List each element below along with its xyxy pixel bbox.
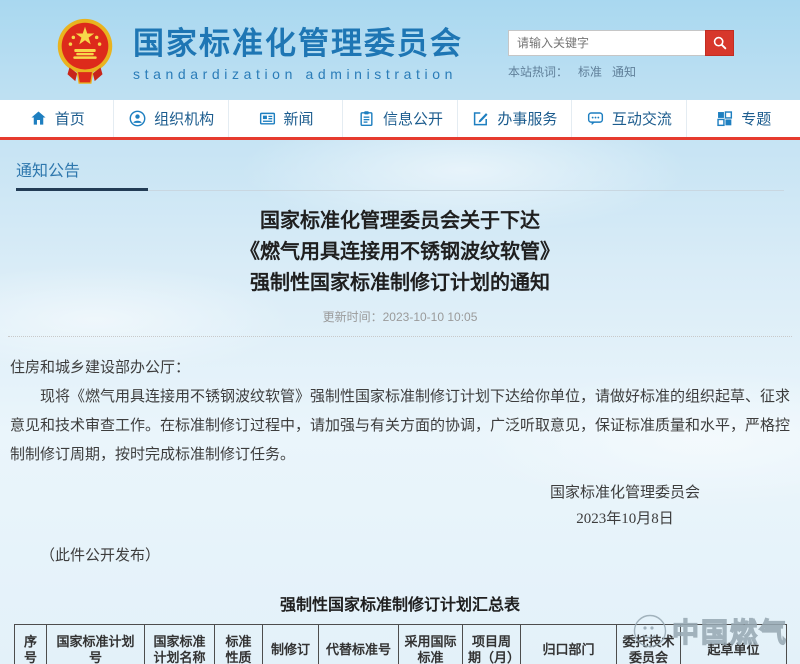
home-icon [29,109,48,128]
nav-item-interaction[interactable]: 互动交流 [571,100,685,137]
national-emblem-logo [50,13,120,87]
section-divider-accent [16,188,148,191]
column-header: 归口部门 [521,625,617,664]
info-disclosure-icon [357,109,376,128]
column-header: 委托技术委员会 [617,625,681,664]
site-title: 国家标准化管理委员会 [133,18,463,63]
column-header: 项目周期（月） [463,625,521,664]
nav-item-services[interactable]: 办事服务 [457,100,571,137]
special-topics-icon [715,109,734,128]
page: 国家标准化管理委员会 standardization administratio… [0,0,800,664]
column-header: 制修订 [263,625,319,664]
nav-item-label: 互动交流 [612,108,672,129]
column-header: 序号 [15,625,47,664]
main-nav: 首页 组织机构 新闻 [0,100,800,140]
breadcrumb[interactable]: 通知公告 [16,157,80,181]
nav-item-label: 专题 [741,108,771,129]
summary-table: 序号 国家标准计划号 国家标准计划名称 标准性质 制修订 代替标准号 采用国际标… [14,624,787,664]
nav-item-home[interactable]: 首页 [0,100,113,137]
sign-date: 2023年10月8日 [550,506,700,532]
salutation: 住房和城乡建设部办公厅： [10,354,790,383]
column-header: 起草单位 [681,625,787,664]
column-header: 标准性质 [215,625,263,664]
nav-item-label: 首页 [55,108,85,129]
site-branding: 国家标准化管理委员会 standardization administratio… [133,18,463,82]
article-body: 住房和城乡建设部办公厅： 现将《燃气用具连接用不锈钢波纹软管》强制性国家标准制修… [10,354,790,470]
nav-item-info-disclosure[interactable]: 信息公开 [342,100,456,137]
hot-words: 本站热词： 标准 通知 [508,63,734,80]
search-box [508,30,734,56]
nav-item-organization[interactable]: 组织机构 [113,100,227,137]
article-title: 国家标准化管理委员会关于下达 《燃气用具连接用不锈钢波纹软管》 强制性国家标准制… [0,206,800,299]
search-area: 本站热词： 标准 通知 [508,30,734,80]
column-header: 代替标准号 [319,625,399,664]
update-time: 更新时间：2023-10-10 10:05 [8,308,792,337]
nav-item-label: 新闻 [284,108,314,129]
section-head: 通知公告 [16,157,784,191]
site-header: 国家标准化管理委员会 standardization administratio… [0,0,800,100]
hot-words-label: 本站热词： [508,63,568,80]
site-subtitle: standardization administration [133,66,463,82]
column-header: 国家标准计划名称 [145,625,215,664]
public-release-note: （此件公开发布） [40,544,800,565]
nav-item-news[interactable]: 新闻 [228,100,342,137]
search-input[interactable] [508,30,705,56]
hot-word-link[interactable]: 标准 [578,63,602,80]
summary-table-title: 强制性国家标准制修订计划汇总表 [14,591,786,615]
interaction-icon [586,109,605,128]
nav-item-special-topics[interactable]: 专题 [686,100,800,137]
organization-icon [128,109,147,128]
nav-item-label: 办事服务 [497,108,557,129]
hot-word-link[interactable]: 通知 [612,63,636,80]
column-header: 采用国际标准 [399,625,463,664]
summary-table-section: 强制性国家标准制修订计划汇总表 序号 国家标准计划号 国家标准计划名称 标准性质… [14,591,786,664]
search-button[interactable] [705,30,734,56]
signature-block: 国家标准化管理委员会 2023年10月8日 [550,480,700,532]
signer-name: 国家标准化管理委员会 [550,480,700,506]
search-icon [712,35,728,51]
news-icon [258,109,277,128]
table-header-row: 序号 国家标准计划号 国家标准计划名称 标准性质 制修订 代替标准号 采用国际标… [15,625,787,664]
section-divider [16,188,784,191]
nav-item-label: 组织机构 [154,108,214,129]
service-icon [471,109,490,128]
article-title-line: 强制性国家标准制修订计划的通知 [0,268,800,299]
nav-item-label: 信息公开 [383,108,443,129]
column-header: 国家标准计划号 [47,625,145,664]
article-title-line: 国家标准化管理委员会关于下达 [0,206,800,237]
article-title-line: 《燃气用具连接用不锈钢波纹软管》 [0,237,800,268]
article-paragraph: 现将《燃气用具连接用不锈钢波纹软管》强制性国家标准制修订计划下达给你单位，请做好… [10,383,790,470]
